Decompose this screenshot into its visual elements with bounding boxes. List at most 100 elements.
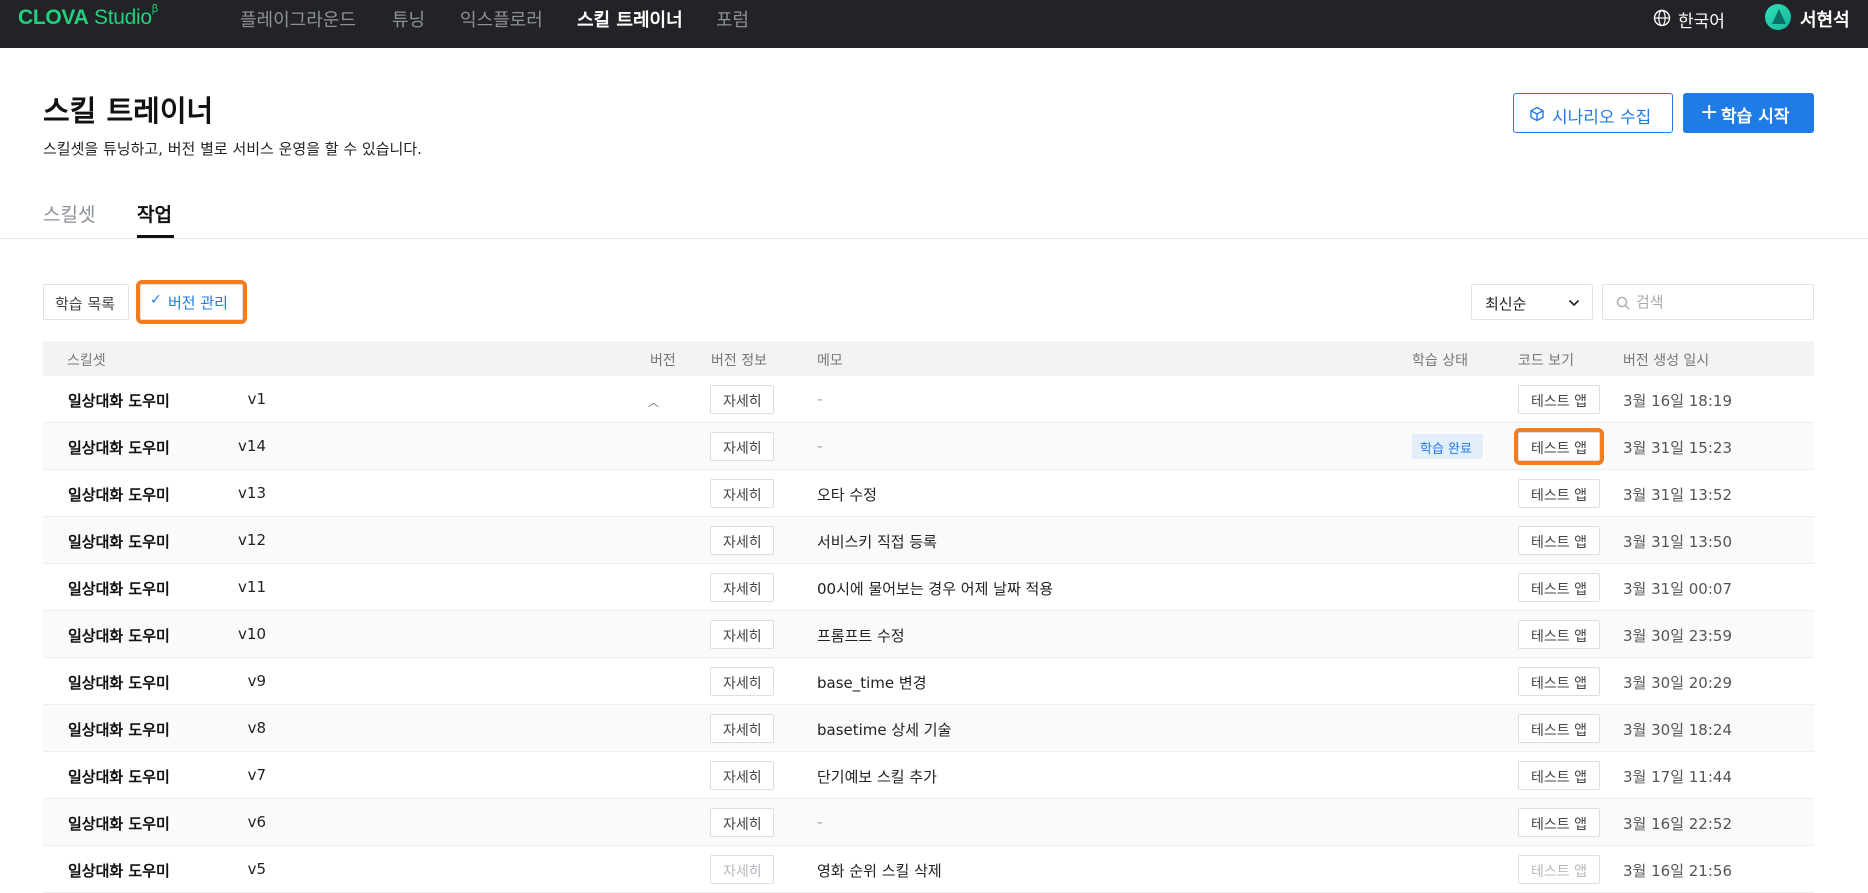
chevron-up-icon[interactable]: ︿ (648, 394, 659, 410)
skillset-name: 일상대화 도우미 (68, 580, 170, 598)
version-manage-button[interactable]: ✓ 버전 관리 (136, 280, 247, 324)
globe-icon (1653, 9, 1671, 27)
test-app-label: 테스트 앱 (1531, 864, 1587, 880)
created-date: 3월 31일 15:23 (1623, 439, 1732, 457)
tab-divider (0, 238, 1868, 239)
col-version: 버전 (650, 353, 676, 369)
training-list-button[interactable]: 학습 목록 (43, 284, 129, 320)
memo-text: 영화 순위 스킬 삭제 (817, 862, 942, 880)
detail-button[interactable]: 자세히 (710, 573, 774, 602)
status-badge: 학습 완료 (1412, 434, 1483, 459)
skillset-name: 일상대화 도우미 (68, 768, 170, 786)
test-app-button[interactable]: 테스트 앱 (1518, 808, 1600, 837)
nav-forum[interactable]: 포럼 (716, 6, 749, 32)
sort-select[interactable]: 최신순 (1471, 284, 1593, 320)
detail-button[interactable]: 자세히 (710, 432, 774, 461)
scenario-collect-button[interactable]: 시나리오 수집 (1513, 93, 1673, 133)
detail-button[interactable]: 자세히 (710, 714, 774, 743)
version-manage-label: 버전 관리 (168, 294, 228, 312)
test-app-button[interactable]: 테스트 앱 (1518, 573, 1600, 602)
created-date: 3월 31일 13:50 (1623, 533, 1732, 551)
test-app-button[interactable]: 테스트 앱 (1518, 714, 1600, 743)
detail-label: 자세히 (723, 864, 762, 880)
detail-label: 자세히 (723, 535, 762, 551)
tab-jobs[interactable]: 작업 (137, 200, 172, 227)
created-date: 3월 16일 21:56 (1623, 862, 1732, 880)
test-app-button[interactable]: 테스트 앱 (1518, 855, 1600, 884)
sort-selected-label: 최신순 (1485, 295, 1527, 313)
test-app-button[interactable]: 테스트 앱 (1518, 385, 1600, 414)
version-number: v1 (247, 390, 266, 408)
col-skillset: 스킬셋 (67, 353, 106, 369)
version-number: v5 (247, 860, 266, 878)
detail-label: 자세히 (723, 441, 762, 457)
created-date: 3월 16일 18:19 (1623, 392, 1732, 410)
version-number: v10 (238, 625, 266, 643)
test-app-button[interactable]: 테스트 앱 (1518, 620, 1600, 649)
table-row[interactable]: 일상대화 도우미 v5 자세히 영화 순위 스킬 삭제 테스트 앱 3월 16일… (43, 846, 1814, 893)
nav-explorer[interactable]: 익스플로러 (460, 6, 543, 32)
created-date: 3월 30일 23:59 (1623, 627, 1732, 645)
nav-playground[interactable]: 플레이그라운드 (240, 6, 356, 32)
user-avatar[interactable] (1765, 4, 1791, 30)
detail-button[interactable]: 자세히 (710, 479, 774, 508)
table-row[interactable]: 일상대화 도우미 v14 자세히 - 학습 완료 테스트 앱 3월 31일 15… (43, 423, 1814, 470)
nav-tuning[interactable]: 튜닝 (392, 6, 425, 32)
col-code: 코드 보기 (1518, 353, 1574, 369)
detail-button[interactable]: 자세히 (710, 855, 774, 884)
test-app-button[interactable]: 테스트 앱 (1518, 761, 1600, 790)
test-app-button[interactable]: 테스트 앱 (1518, 479, 1600, 508)
table-row[interactable]: 일상대화 도우미 v8 자세히 basetime 상세 기술 테스트 앱 3월 … (43, 705, 1814, 752)
test-app-label: 테스트 앱 (1531, 441, 1587, 457)
created-date: 3월 30일 18:24 (1623, 721, 1732, 739)
scenario-collect-label: 시나리오 수집 (1552, 108, 1652, 128)
detail-label: 자세히 (723, 629, 762, 645)
test-app-label: 테스트 앱 (1531, 394, 1587, 410)
detail-button[interactable]: 자세히 (710, 808, 774, 837)
test-app-label: 테스트 앱 (1531, 723, 1587, 739)
version-number: v8 (247, 719, 266, 737)
table-header: 스킬셋 버전 버전 정보 메모 학습 상태 코드 보기 버전 생성 일시 (43, 341, 1814, 376)
detail-label: 자세히 (723, 394, 762, 410)
col-version-info: 버전 정보 (711, 353, 767, 369)
detail-button[interactable]: 자세히 (710, 667, 774, 696)
detail-button[interactable]: 자세히 (710, 620, 774, 649)
table-row[interactable]: 일상대화 도우미 v6 자세히 - 테스트 앱 3월 16일 22:52 (43, 799, 1814, 846)
nav-skill-trainer[interactable]: 스킬 트레이너 (577, 6, 683, 32)
table-row[interactable]: 일상대화 도우미 v7 자세히 단기예보 스킬 추가 테스트 앱 3월 17일 … (43, 752, 1814, 799)
test-app-button[interactable]: 테스트 앱 (1518, 667, 1600, 696)
memo-text: 오타 수정 (817, 486, 877, 504)
version-number: v13 (238, 484, 266, 502)
table-row[interactable]: 일상대화 도우미 v9 자세히 base_time 변경 테스트 앱 3월 30… (43, 658, 1814, 705)
detail-button[interactable]: 자세히 (710, 385, 774, 414)
created-date: 3월 31일 00:07 (1623, 580, 1732, 598)
memo-text: 00시에 물어보는 경우 어제 날짜 적용 (817, 580, 1054, 598)
skillset-name: 일상대화 도우미 (68, 392, 170, 410)
table-row[interactable]: 일상대화 도우미 v10 자세히 프롬프트 수정 테스트 앱 3월 30일 23… (43, 611, 1814, 658)
skillset-name: 일상대화 도우미 (68, 674, 170, 692)
table-row[interactable]: 일상대화 도우미 v13 자세히 오타 수정 테스트 앱 3월 31일 13:5… (43, 470, 1814, 517)
detail-label: 자세히 (723, 488, 762, 504)
table-row[interactable]: 일상대화 도우미 v11 자세히 00시에 물어보는 경우 어제 날짜 적용 테… (43, 564, 1814, 611)
tab-skillset[interactable]: 스킬셋 (43, 200, 95, 227)
search-input[interactable] (1636, 291, 1806, 313)
test-app-label: 테스트 앱 (1531, 770, 1587, 786)
search-box[interactable] (1602, 284, 1814, 320)
cube-icon (1530, 106, 1544, 122)
skillset-name: 일상대화 도우미 (68, 721, 170, 739)
table-row[interactable]: 일상대화 도우미 v12 자세히 서비스키 직접 등록 테스트 앱 3월 31일… (43, 517, 1814, 564)
table-row[interactable]: 일상대화 도우미 ︿ v1 자세히 - 테스트 앱 3월 16일 18:19 (43, 376, 1814, 423)
detail-button[interactable]: 자세히 (710, 526, 774, 555)
test-app-button[interactable]: 테스트 앱 (1518, 526, 1600, 555)
clova-studio-logo[interactable]: CLOVA Studioβ (18, 3, 158, 30)
start-training-button[interactable]: + 학습 시작 (1683, 93, 1814, 133)
test-app-button[interactable]: 테스트 앱 (1514, 428, 1604, 465)
detail-label: 자세히 (723, 723, 762, 739)
col-status: 학습 상태 (1412, 353, 1468, 369)
detail-button[interactable]: 자세히 (710, 761, 774, 790)
skillset-name: 일상대화 도우미 (68, 862, 170, 880)
user-name[interactable]: 서현석 (1800, 6, 1850, 32)
created-date: 3월 31일 13:52 (1623, 486, 1732, 504)
version-number: v11 (238, 578, 266, 596)
created-date: 3월 17일 11:44 (1623, 768, 1732, 786)
